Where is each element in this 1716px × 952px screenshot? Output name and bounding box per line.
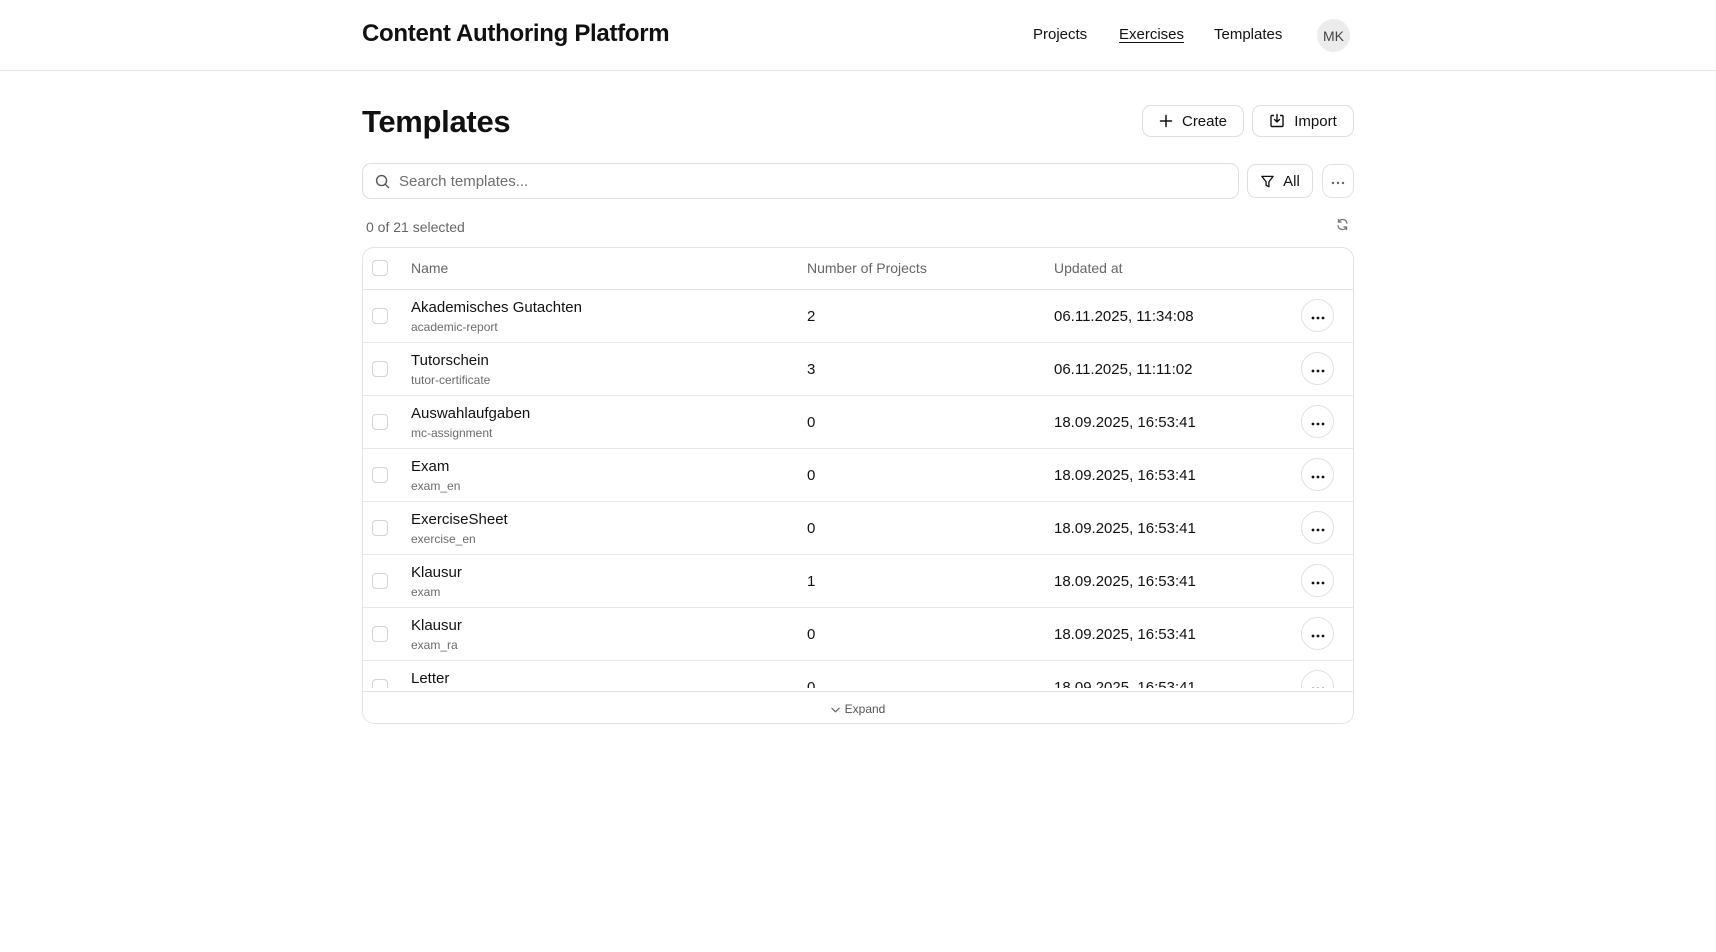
- search-input[interactable]: [399, 172, 1219, 190]
- table-body: Akademisches Gutachten academic-report 2…: [363, 290, 1353, 688]
- row-checkbox[interactable]: [372, 573, 388, 589]
- row-checkbox[interactable]: [372, 679, 388, 688]
- chevron-down-icon: [830, 702, 840, 716]
- more-horizontal-icon: [1311, 572, 1325, 590]
- refresh-button[interactable]: [1334, 218, 1350, 236]
- project-count: 2: [807, 308, 816, 325]
- row-actions-button[interactable]: [1301, 511, 1334, 544]
- template-slug: mc-assignment: [411, 426, 493, 440]
- row-checkbox[interactable]: [372, 626, 388, 642]
- row-actions-button[interactable]: [1301, 617, 1334, 650]
- template-name: Letter: [411, 670, 450, 687]
- row-checkbox[interactable]: [372, 414, 388, 430]
- table-row[interactable]: Letter 0 18.09.2025, 16:53:41: [363, 661, 1353, 688]
- template-name: ExerciseSheet: [411, 511, 508, 528]
- more-horizontal-icon: [1311, 625, 1325, 643]
- template-slug: academic-report: [411, 320, 498, 334]
- page-title: Templates: [362, 104, 511, 139]
- updated-at: 06.11.2025, 11:34:08: [1054, 308, 1194, 325]
- row-actions-button[interactable]: [1301, 405, 1334, 438]
- project-count: 0: [807, 467, 816, 484]
- template-slug: exam_en: [411, 479, 461, 493]
- more-horizontal-icon: [1311, 678, 1325, 688]
- table-row[interactable]: Akademisches Gutachten academic-report 2…: [363, 290, 1353, 343]
- template-name: Akademisches Gutachten: [411, 299, 582, 316]
- table-row[interactable]: ExerciseSheet exercise_en 0 18.09.2025, …: [363, 502, 1353, 555]
- more-horizontal-icon: [1311, 413, 1325, 431]
- template-name: Klausur: [411, 564, 462, 581]
- templates-table: Name Number of Projects Updated at Akade…: [362, 247, 1354, 724]
- table-row[interactable]: Exam exam_en 0 18.09.2025, 16:53:41: [363, 449, 1353, 502]
- column-header-number-of-projects[interactable]: Number of Projects: [807, 260, 927, 276]
- template-name: Tutorschein: [411, 352, 489, 369]
- template-name: Exam: [411, 458, 450, 475]
- nav-link-projects[interactable]: Projects: [1033, 26, 1087, 43]
- table-row[interactable]: Klausur exam_ra 0 18.09.2025, 16:53:41: [363, 608, 1353, 661]
- search-field[interactable]: [362, 163, 1239, 199]
- row-actions-button[interactable]: [1301, 458, 1334, 491]
- nav-link-templates[interactable]: Templates: [1214, 26, 1282, 43]
- user-avatar[interactable]: MK: [1317, 19, 1350, 52]
- project-count: 1: [807, 573, 816, 590]
- nav-link-exercises[interactable]: Exercises: [1119, 26, 1184, 43]
- more-horizontal-icon: [1311, 307, 1325, 325]
- app-title: Content Authoring Platform: [362, 20, 670, 47]
- updated-at: 18.09.2025, 16:53:41: [1054, 626, 1196, 643]
- expand-button[interactable]: Expand: [363, 691, 1353, 723]
- row-actions-button[interactable]: [1301, 564, 1334, 597]
- filter-icon: [1260, 174, 1275, 189]
- updated-at: 18.09.2025, 16:53:41: [1054, 573, 1196, 590]
- row-checkbox[interactable]: [372, 361, 388, 377]
- more-horizontal-icon: [1331, 172, 1345, 190]
- filter-button[interactable]: All: [1247, 164, 1313, 198]
- more-horizontal-icon: [1311, 360, 1325, 378]
- select-all-checkbox[interactable]: [372, 260, 388, 276]
- more-horizontal-icon: [1311, 466, 1325, 484]
- plus-icon: [1159, 114, 1173, 128]
- row-checkbox[interactable]: [372, 520, 388, 536]
- project-count: 0: [807, 414, 816, 431]
- updated-at: 06.11.2025, 11:11:02: [1054, 361, 1193, 378]
- updated-at: 18.09.2025, 16:53:41: [1054, 520, 1196, 537]
- selection-count: 0 of 21 selected: [366, 219, 465, 235]
- template-slug: exam: [411, 585, 441, 599]
- template-slug: exam_ra: [411, 638, 458, 652]
- table-header: Name Number of Projects Updated at: [363, 248, 1353, 290]
- search-icon: [374, 173, 390, 189]
- create-button-label: Create: [1181, 112, 1228, 130]
- row-actions-button[interactable]: [1301, 352, 1334, 385]
- row-checkbox[interactable]: [372, 467, 388, 483]
- more-options-button[interactable]: [1322, 164, 1354, 198]
- create-button[interactable]: Create: [1142, 105, 1244, 137]
- table-row[interactable]: Auswahlaufgaben mc-assignment 0 18.09.20…: [363, 396, 1353, 449]
- template-slug: exercise_en: [411, 532, 476, 546]
- template-slug: tutor-certificate: [411, 373, 491, 387]
- filter-label: All: [1283, 172, 1300, 190]
- top-navigation-bar: Content Authoring Platform Projects Exer…: [0, 0, 1716, 71]
- row-checkbox[interactable]: [372, 308, 388, 324]
- import-button-label: Import: [1294, 112, 1337, 130]
- column-header-name[interactable]: Name: [411, 260, 448, 276]
- updated-at: 18.09.2025, 16:53:41: [1054, 679, 1196, 688]
- template-name: Klausur: [411, 617, 462, 634]
- refresh-icon: [1336, 218, 1349, 236]
- import-button[interactable]: Import: [1252, 105, 1354, 137]
- row-actions-button[interactable]: [1301, 670, 1334, 688]
- updated-at: 18.09.2025, 16:53:41: [1054, 467, 1196, 484]
- import-icon: [1269, 113, 1285, 129]
- project-count: 0: [807, 679, 816, 688]
- updated-at: 18.09.2025, 16:53:41: [1054, 414, 1196, 431]
- table-row[interactable]: Klausur exam 1 18.09.2025, 16:53:41: [363, 555, 1353, 608]
- template-name: Auswahlaufgaben: [411, 405, 531, 422]
- project-count: 0: [807, 520, 816, 537]
- project-count: 3: [807, 361, 816, 378]
- table-row[interactable]: Tutorschein tutor-certificate 3 06.11.20…: [363, 343, 1353, 396]
- more-horizontal-icon: [1311, 519, 1325, 537]
- project-count: 0: [807, 626, 816, 643]
- row-actions-button[interactable]: [1301, 299, 1334, 332]
- column-header-updated-at[interactable]: Updated at: [1054, 260, 1123, 276]
- expand-label: Expand: [844, 701, 886, 716]
